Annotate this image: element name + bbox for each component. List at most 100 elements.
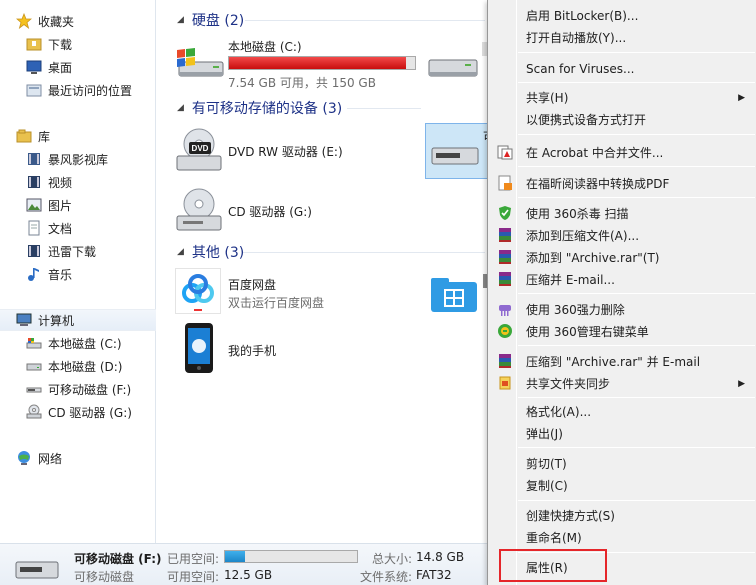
winrar-icon — [497, 227, 513, 243]
menu-item-compress-rar-email[interactable]: 压缩到 "Archive.rar" 并 E-mail — [490, 351, 755, 372]
nav-item-drive-c[interactable]: 本地磁盘 (C:) — [26, 332, 156, 354]
menu-item-autoplay[interactable]: 打开自动播放(Y)... — [490, 27, 755, 48]
menu-item-label: 添加到压缩文件(A)... — [526, 229, 640, 243]
nav-item-label: 桌面 — [48, 60, 73, 75]
drive-tile-dvd[interactable]: DVD DVD RW 驱动器 (E:) — [173, 126, 423, 178]
group-header-removable[interactable]: ◢ 有可移动存储的设备 (3) — [177, 98, 342, 118]
details-drive-name: 可移动磁盘 (F:) — [74, 552, 162, 566]
drive-tile-cd[interactable]: CD 驱动器 (G:) — [173, 186, 423, 238]
nav-item-drive-d[interactable]: 本地磁盘 (D:) — [26, 355, 156, 377]
menu-item-360-manage-menu[interactable]: 使用 360管理右键菜单 — [490, 321, 755, 342]
collapse-chevron-icon[interactable]: ◢ — [177, 247, 184, 257]
nav-item-pictures[interactable]: 图片 — [26, 194, 156, 216]
menu-item-label: 复制(C) — [526, 479, 568, 493]
smartphone-icon — [183, 322, 215, 377]
content-pane: ◢ 硬盘 (2) 本地磁盘 (C:) 7.54 GB 可用，共 150 GB ◢… — [157, 0, 495, 543]
menu-item-bitlocker[interactable]: 启用 BitLocker(B)... — [490, 5, 755, 26]
menu-item-cut[interactable]: 剪切(T) — [490, 453, 755, 474]
video-library-icon — [26, 151, 42, 167]
drive-free-space: 7.54 GB 可用，共 150 GB — [228, 76, 376, 90]
menu-item-create-shortcut[interactable]: 创建快捷方式(S) — [490, 505, 755, 526]
computer-icon — [16, 312, 32, 328]
nav-item-label: 暴风影视库 — [48, 152, 109, 167]
removable-drive-icon — [26, 381, 42, 397]
menu-item-add-archive[interactable]: 添加到压缩文件(A)... — [490, 225, 755, 246]
menu-separator — [518, 197, 755, 198]
network-icon — [16, 450, 32, 466]
nav-computer[interactable]: 计算机 — [0, 309, 156, 331]
menu-item-label: 压缩到 "Archive.rar" 并 E-mail — [526, 355, 701, 369]
folder-app-icon — [429, 276, 481, 317]
device-tile-my-phone[interactable]: 我的手机 — [173, 320, 423, 376]
nav-item-label: 视频 — [48, 175, 73, 190]
nav-item-documents[interactable]: 文档 — [26, 217, 156, 239]
winrar-icon — [497, 353, 513, 369]
menu-item-label: 弹出(J) — [526, 427, 563, 441]
menu-item-compress-email[interactable]: 压缩并 E-mail... — [490, 269, 755, 290]
nav-item-label: 下载 — [48, 37, 73, 52]
details-fs-value: FAT32 — [416, 568, 452, 582]
downloads-folder-icon — [26, 36, 42, 52]
menu-separator — [518, 166, 755, 167]
menu-item-open-portable[interactable]: 以便携式设备方式打开 — [490, 109, 755, 130]
cd-drive-icon — [173, 188, 225, 237]
drive-name: 本地磁盘 (C:) — [228, 40, 302, 54]
360-manager-icon — [497, 323, 513, 339]
menu-item-scan-viruses[interactable]: Scan for Viruses... — [490, 58, 755, 79]
group-header-other[interactable]: ◢ 其他 (3) — [177, 242, 244, 262]
drive-tile-f-selected[interactable]: 可 — [425, 123, 495, 179]
collapse-chevron-icon[interactable]: ◢ — [177, 103, 184, 113]
nav-libraries[interactable]: 库 — [16, 125, 156, 147]
menu-item-label: 剪切(T) — [526, 457, 567, 471]
nav-item-videos[interactable]: 视频 — [26, 171, 156, 193]
menu-item-copy[interactable]: 复制(C) — [490, 475, 755, 496]
group-title: 有可移动存储的设备 (3) — [191, 101, 343, 117]
group-header-hard-disks[interactable]: ◢ 硬盘 (2) — [177, 10, 244, 30]
collapse-chevron-icon[interactable]: ◢ — [177, 15, 184, 25]
hard-drive-icon — [427, 50, 483, 88]
menu-item-rename[interactable]: 重命名(M) — [490, 527, 755, 548]
menu-item-share[interactable]: 共享(H) ▶ — [490, 87, 755, 108]
nav-item-label: 本地磁盘 (C:) — [48, 336, 122, 351]
nav-favorites[interactable]: 收藏夹 — [15, 10, 156, 32]
menu-item-360-scan[interactable]: 使用 360杀毒 扫描 — [490, 203, 755, 224]
nav-item-drive-g[interactable]: CD 驱动器 (G:) — [26, 401, 156, 423]
app-tile-partial[interactable] — [427, 270, 487, 318]
nav-item-label: 本地磁盘 (D:) — [48, 359, 123, 374]
nav-item-baofeng[interactable]: 暴风影视库 — [26, 148, 156, 170]
nav-item-desktop[interactable]: 桌面 — [26, 56, 156, 78]
360-antivirus-shield-icon — [497, 205, 513, 221]
nav-item-recent[interactable]: 最近访问的位置 — [26, 79, 156, 101]
capacity-bar — [228, 56, 416, 70]
drive-tile-d-partial[interactable] — [427, 40, 487, 88]
details-free-value: 12.5 GB — [224, 568, 273, 582]
nav-item-music[interactable]: 音乐 — [26, 263, 156, 285]
nav-item-downloads[interactable]: 下载 — [26, 33, 156, 55]
app-description: 双击运行百度网盘 — [228, 296, 325, 310]
nav-network-label: 网络 — [38, 451, 63, 466]
app-tile-baidu-netdisk[interactable]: 百度网盘 双击运行百度网盘 — [173, 266, 423, 316]
baidu-netdisk-icon — [175, 268, 221, 314]
menu-item-acrobat-combine[interactable]: 在 Acrobat 中合并文件... — [490, 142, 755, 163]
menu-item-eject[interactable]: 弹出(J) — [490, 423, 755, 444]
drive-name: DVD RW 驱动器 (E:) — [228, 145, 343, 159]
menu-item-label: 在福昕阅读器中转换成PDF — [526, 177, 670, 191]
app-name: 百度网盘 — [228, 278, 277, 292]
menu-item-add-archive-rar[interactable]: 添加到 "Archive.rar"(T) — [490, 247, 755, 268]
menu-item-label: 使用 360强力删除 — [526, 303, 625, 317]
group-title: 其他 (3) — [191, 245, 245, 261]
menu-item-foxit-pdf[interactable]: 在福昕阅读器中转换成PDF — [490, 173, 755, 194]
menu-item-label: 添加到 "Archive.rar"(T) — [526, 251, 660, 265]
device-name: 我的手机 — [228, 344, 277, 358]
nav-item-drive-f[interactable]: 可移动磁盘 (F:) — [26, 378, 156, 400]
drive-tile-c[interactable]: 本地磁盘 (C:) 7.54 GB 可用，共 150 GB — [173, 34, 423, 90]
svg-text:DVD: DVD — [192, 144, 209, 153]
details-capacity-fill — [225, 551, 245, 562]
menu-item-format[interactable]: 格式化(A)... — [490, 401, 755, 422]
windows-drive-icon — [173, 40, 225, 84]
nav-network[interactable]: 网络 — [16, 447, 156, 469]
menu-item-share-folder-sync[interactable]: 共享文件夹同步 ▶ — [490, 373, 755, 394]
removable-drive-icon — [14, 552, 62, 585]
nav-item-xunlei[interactable]: 迅雷下载 — [26, 240, 156, 262]
menu-item-360-force-delete[interactable]: 使用 360强力删除 — [490, 299, 755, 320]
